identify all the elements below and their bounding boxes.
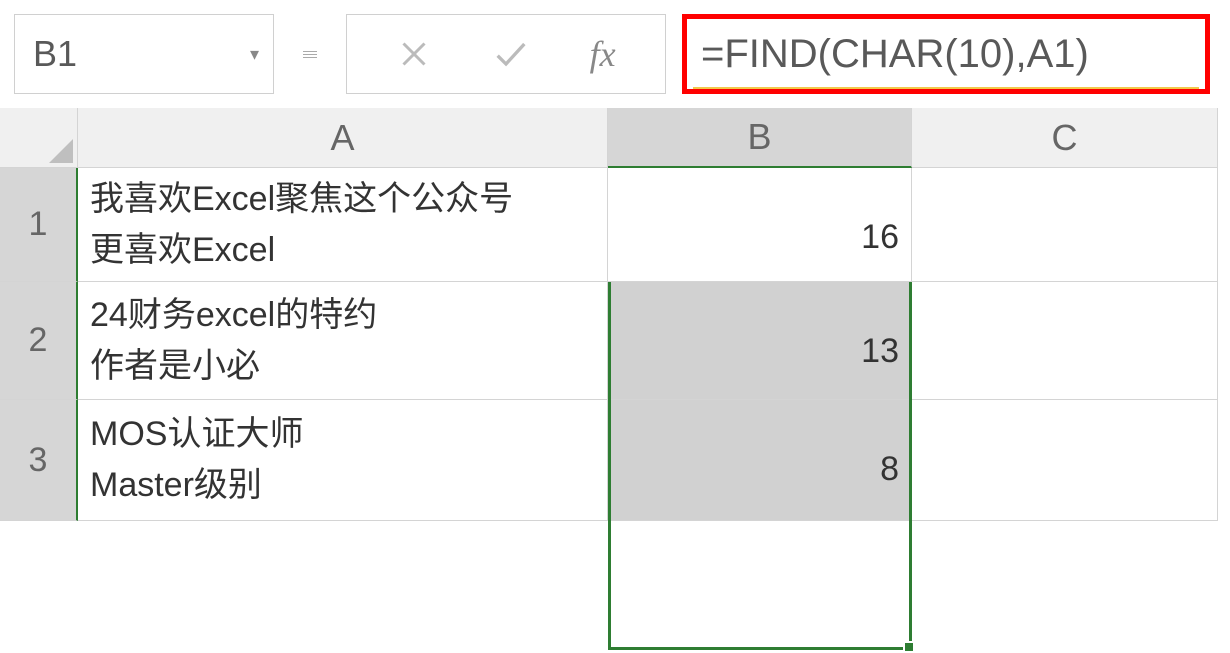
formula-input[interactable]: =FIND(CHAR(10),A1)	[682, 14, 1210, 94]
row-header-2[interactable]: 2	[0, 282, 78, 400]
fx-icon[interactable]: fx	[590, 33, 616, 75]
formula-underline	[693, 87, 1199, 89]
column-header-C[interactable]: C	[912, 108, 1218, 168]
selection-border	[608, 275, 912, 650]
column-header-A[interactable]: A	[78, 108, 608, 168]
cell-A1[interactable]: 我喜欢Excel聚焦这个公众号 更喜欢Excel	[78, 168, 608, 282]
cell-A3[interactable]: MOS认证大师 Master级别	[78, 400, 608, 521]
column-header-B[interactable]: B	[608, 108, 912, 168]
cell-B1[interactable]: 16	[608, 168, 912, 282]
confirm-icon[interactable]	[491, 34, 531, 74]
spreadsheet-grid: A B C 1 我喜欢Excel聚焦这个公众号 更喜欢Excel 16 2 24…	[0, 108, 1230, 521]
cancel-icon[interactable]	[396, 36, 432, 72]
formula-bar: B1 ▾ fx =FIND(CHAR(10),A1)	[0, 0, 1230, 108]
select-all-corner[interactable]	[0, 108, 78, 168]
cell-C1[interactable]	[912, 168, 1218, 282]
cell-C3[interactable]	[912, 400, 1218, 521]
row-header-1[interactable]: 1	[0, 168, 78, 282]
cell-A2[interactable]: 24财务excel的特约 作者是小必	[78, 282, 608, 400]
cell-C2[interactable]	[912, 282, 1218, 400]
formula-action-group: fx	[346, 14, 666, 94]
name-box-dropdown-icon[interactable]: ▾	[250, 44, 259, 65]
formula-text: =FIND(CHAR(10),A1)	[701, 32, 1089, 77]
fill-handle[interactable]	[903, 641, 915, 653]
name-box[interactable]: B1 ▾	[14, 14, 274, 94]
name-box-value: B1	[33, 33, 77, 75]
row-header-3[interactable]: 3	[0, 400, 78, 521]
expand-formula-bar-icon[interactable]	[290, 14, 330, 94]
